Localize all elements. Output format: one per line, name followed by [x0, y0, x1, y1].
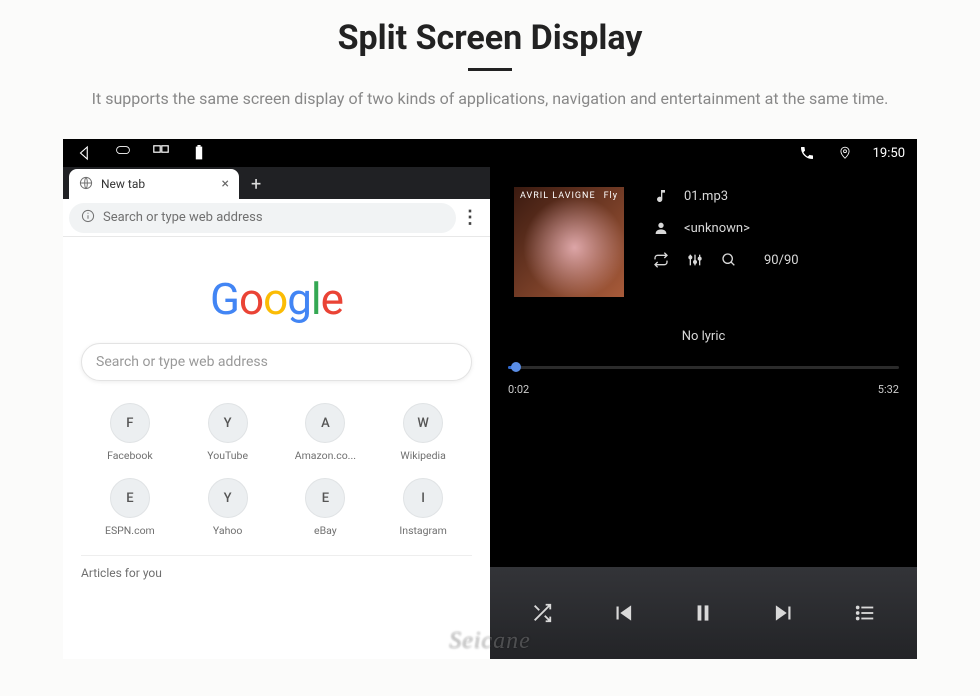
album-artist-text: AVRIL LAVIGNE — [520, 191, 596, 201]
site-label: Amazon.co... — [295, 449, 356, 462]
site-label: YouTube — [207, 449, 248, 462]
statusbar-time: 19:50 — [873, 146, 905, 161]
quick-site[interactable]: EeBay — [277, 478, 375, 537]
quick-site[interactable]: W Wikipedia — [374, 403, 472, 462]
track-file-row: 01.mp3 — [652, 187, 893, 205]
time-elapsed: 0:02 — [508, 383, 529, 396]
shuffle-icon[interactable] — [522, 593, 562, 633]
info-icon — [81, 209, 95, 227]
equalizer-icon[interactable] — [686, 251, 704, 269]
tab-strip: New tab × + — [63, 167, 490, 199]
browser-tab[interactable]: New tab × — [69, 169, 239, 199]
artist-row: <unknown> — [652, 219, 893, 237]
site-label: eBay — [314, 524, 337, 537]
person-icon — [652, 219, 670, 237]
no-lyric-text: No lyric — [490, 329, 917, 344]
playlist-icon[interactable] — [845, 593, 885, 633]
repeat-icon[interactable] — [652, 251, 670, 269]
music-pane: AVRIL LAVIGNE Fly 01.mp3 <unknown> — [490, 167, 917, 659]
quick-site[interactable]: I Instagram — [374, 478, 472, 537]
hero-subtitle: It supports the same screen display of t… — [92, 87, 889, 111]
omnibar: Search or type web address ⋮ — [63, 199, 490, 237]
time-duration: 5:32 — [878, 383, 899, 396]
hero-title: Split Screen Display — [338, 18, 643, 58]
previous-icon[interactable] — [603, 593, 643, 633]
address-bar[interactable]: Search or type web address — [69, 203, 456, 233]
player-controls — [490, 567, 917, 659]
battery-icon — [189, 143, 209, 163]
google-logo: Google — [210, 273, 343, 325]
site-letter: I — [403, 478, 443, 518]
search-input[interactable]: Search or type web address — [81, 343, 472, 381]
quick-sites-grid: F Facebook Y YouTube A Amazon.co... W Wikipe… — [81, 403, 472, 537]
quick-site[interactable]: A Amazon.co... — [277, 403, 375, 462]
split-container: New tab × + Search or type web address ⋮… — [63, 167, 917, 659]
pause-icon[interactable] — [683, 593, 723, 633]
more-icon[interactable]: ⋮ — [456, 207, 484, 228]
browser-content: Google Search or type web address F Faceb… — [63, 237, 490, 659]
track-info: AVRIL LAVIGNE Fly 01.mp3 <unknown> — [490, 167, 917, 307]
articles-heading: Articles for you — [81, 555, 472, 580]
site-letter: F — [110, 403, 150, 443]
nav-home-icon[interactable] — [113, 143, 133, 163]
site-letter: E — [110, 478, 150, 518]
track-meta: 01.mp3 <unknown> — [652, 187, 893, 297]
site-letter: Y — [208, 403, 248, 443]
site-letter: A — [305, 403, 345, 443]
address-placeholder: Search or type web address — [103, 210, 263, 225]
progress-thumb[interactable] — [511, 362, 521, 372]
nav-back-icon[interactable] — [75, 143, 95, 163]
site-letter: Y — [208, 478, 248, 518]
phone-icon[interactable] — [797, 143, 817, 163]
new-tab-button[interactable]: + — [239, 169, 273, 199]
tablet-frame: 19:50 New tab × + Search or typ — [63, 139, 917, 659]
browser-pane: New tab × + Search or type web address ⋮… — [63, 167, 490, 659]
track-file: 01.mp3 — [684, 189, 728, 204]
tab-title: New tab — [101, 177, 145, 191]
site-label: Wikipedia — [400, 449, 445, 462]
nav-recent-icon[interactable] — [151, 143, 171, 163]
quick-site[interactable]: Y YouTube — [179, 403, 277, 462]
search-icon[interactable] — [720, 251, 738, 269]
site-label: Instagram — [399, 524, 446, 537]
quick-site[interactable]: F Facebook — [81, 403, 179, 462]
android-statusbar: 19:50 — [63, 139, 917, 167]
close-icon[interactable]: × — [222, 176, 229, 192]
site-letter: E — [305, 478, 345, 518]
quick-site[interactable]: E ESPN.com — [81, 478, 179, 537]
album-title-text: Fly — [604, 191, 618, 201]
track-position: 90/90 — [764, 253, 799, 268]
music-note-icon — [652, 187, 670, 205]
quick-site[interactable]: Y Yahoo — [179, 478, 277, 537]
next-icon[interactable] — [764, 593, 804, 633]
controls-row: 90/90 — [652, 251, 893, 269]
time-labels: 0:02 5:32 — [508, 383, 899, 396]
album-art[interactable]: AVRIL LAVIGNE Fly — [514, 187, 624, 297]
globe-icon — [79, 176, 93, 193]
location-icon — [835, 143, 855, 163]
title-underline — [468, 68, 512, 71]
progress-bar[interactable] — [508, 366, 899, 369]
site-label: Facebook — [107, 449, 153, 462]
site-label: Yahoo — [213, 524, 242, 537]
site-letter: W — [403, 403, 443, 443]
artist-name: <unknown> — [684, 221, 750, 236]
site-label: ESPN.com — [105, 524, 155, 537]
search-placeholder: Search or type web address — [96, 354, 268, 370]
